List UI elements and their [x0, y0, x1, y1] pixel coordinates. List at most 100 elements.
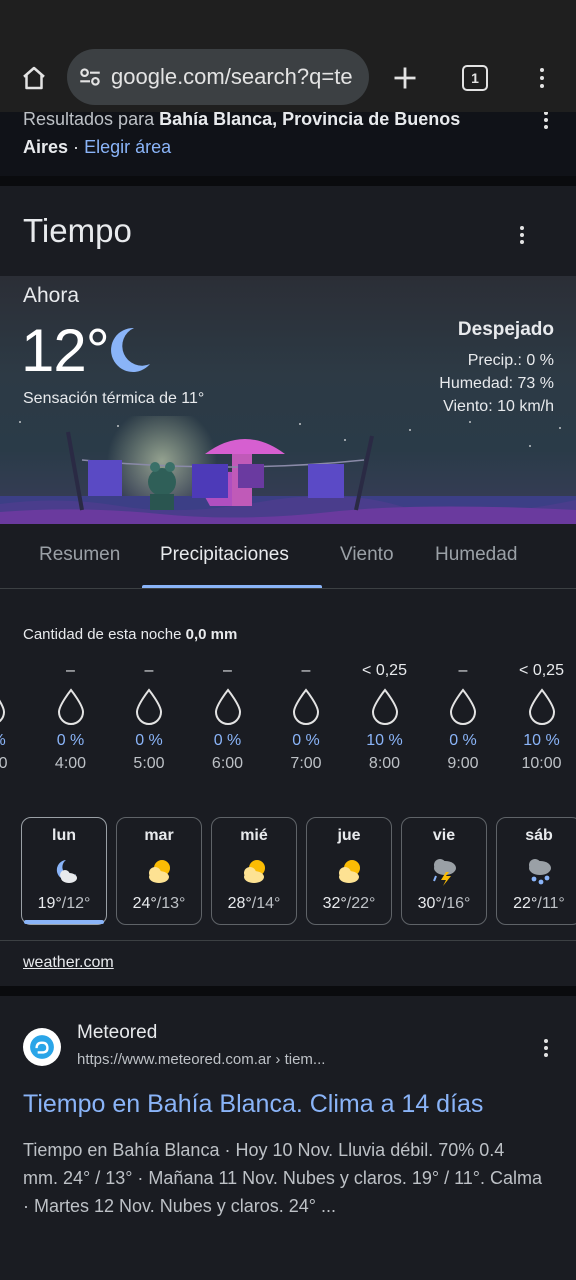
hourly-amount: < 0,25	[362, 662, 407, 679]
url-text: google.com/search?q=te	[111, 64, 353, 89]
hourly-amount: –	[301, 662, 311, 679]
day-high: 22°	[513, 895, 538, 912]
weather-tabs: Resumen Precipitaciones Viento Humedad	[0, 524, 576, 589]
day-name: jue	[337, 827, 361, 844]
day-card-sáb[interactable]: sáb 22°/11°	[496, 817, 576, 925]
raindrop-icon	[0, 699, 6, 723]
hourly-precip-chance: 0 %	[449, 732, 477, 749]
day-high: 24°	[132, 895, 157, 912]
day-low: 11°	[541, 895, 565, 912]
result-url[interactable]: https://www.meteored.com.ar › tiem...	[77, 1051, 325, 1068]
results-location: Bahía Blanca, Provincia de Buenos	[159, 112, 461, 129]
home-button[interactable]	[14, 58, 54, 98]
browser-toolbar: google.com/search?q=te 1	[0, 44, 576, 112]
source-link[interactable]: weather.com	[23, 954, 114, 972]
site-settings-icon[interactable]	[77, 64, 103, 90]
hourly-precip-chance: 0 %	[0, 732, 27, 750]
hourly-precip-chance: 10 %	[523, 732, 560, 749]
day-card-lun[interactable]: lun 19°/12°	[21, 817, 107, 925]
change-area-link[interactable]: Elegir área	[84, 137, 171, 157]
active-tab-indicator	[142, 585, 322, 588]
hourly-precip[interactable]: 0 % 3:00 – 0 % 4:00 – 0 % 5:00 – 0 % 6:00 – 0 % 7:00 <…	[0, 662, 576, 782]
raindrop-icon	[449, 688, 477, 725]
day-name: mar	[144, 827, 174, 844]
result-more-icon[interactable]	[534, 1036, 558, 1060]
hourly-time: 4:00	[54, 755, 87, 772]
current-temp: 12°	[21, 317, 110, 384]
day-card-mié[interactable]: mié 28°/14°	[211, 817, 297, 925]
meteored-logo-icon	[30, 1035, 54, 1059]
hourly-amount: < 0,25	[519, 662, 564, 679]
address-bar[interactable]: google.com/search?q=te	[67, 49, 369, 105]
day-name: mié	[240, 827, 268, 844]
raindrop-icon	[135, 688, 163, 725]
results-location-cont: Aires	[23, 137, 69, 157]
hourly-time: 8:00	[368, 755, 401, 772]
amount-label: Cantidad de esta noche	[23, 626, 182, 643]
day-low: 22°	[351, 895, 376, 912]
wind-stat: Viento: 10 km/h	[443, 398, 554, 415]
hourly-time: 9:00	[447, 755, 479, 772]
night-scene-illustration	[0, 416, 576, 524]
moon-icon	[111, 327, 150, 372]
divider	[0, 940, 576, 941]
day-temps: 22°/11°	[497, 895, 576, 913]
now-label: Ahora	[23, 284, 80, 307]
raindrop-icon	[528, 688, 555, 725]
results-prefix: Resultados para	[23, 112, 155, 129]
tab-precipitaciones[interactable]: Precipitaciones	[160, 544, 289, 566]
hourly-amount: –	[66, 662, 75, 679]
weather-more-icon[interactable]	[510, 223, 534, 247]
hourly-time: 3:00	[0, 755, 8, 772]
day-high: 30°	[417, 895, 442, 912]
search-results-page: Resultados para Bahía Blanca, Provincia …	[0, 112, 576, 1280]
day-low: 12°	[66, 895, 91, 912]
weather-card: Tiempo Ahora 12° Sensación térmica de 11…	[0, 186, 576, 986]
hourly-precip-chance: 0 %	[213, 732, 242, 749]
tab-switcher-button[interactable]: 1	[455, 58, 495, 98]
hourly-time: 6:00	[211, 755, 244, 772]
hourly-amount: –	[144, 662, 154, 679]
day-low: 14°	[256, 895, 281, 912]
hourly-precip-chance: 0 %	[56, 732, 85, 749]
day-name: vie	[432, 827, 456, 844]
result-title[interactable]: Tiempo en Bahía Blanca. Clima a 14 días	[23, 1090, 483, 1119]
result-snippet: Tiempo en Bahía Blanca · Hoy 10 Nov. Llu…	[23, 1140, 543, 1216]
humidity-stat: Humedad: 73 %	[439, 375, 554, 392]
more-vert-icon	[530, 66, 554, 90]
raindrop-icon	[214, 688, 241, 725]
day-card-vie[interactable]: vie 30°/16°	[401, 817, 487, 925]
location-note: Resultados para Bahía Blanca, Provincia …	[0, 112, 576, 176]
raindrop-icon	[292, 688, 320, 725]
thunderstorm-icon	[433, 859, 456, 886]
tab-viento[interactable]: Viento	[340, 544, 394, 566]
day-high: 32°	[322, 895, 347, 912]
search-result: Meteored https://www.meteored.com.ar › t…	[0, 996, 576, 1280]
day-temps: 30°/16°	[402, 895, 486, 913]
browser-menu-button[interactable]	[522, 58, 562, 98]
partly-cloudy-icon	[339, 860, 360, 883]
rain-showers-icon	[529, 859, 551, 885]
new-tab-button[interactable]	[385, 58, 425, 98]
day-name: lun	[52, 827, 76, 844]
divider	[0, 176, 576, 186]
precip-stat: Precip.: 0 %	[467, 352, 554, 369]
result-site-name[interactable]: Meteored	[77, 1022, 157, 1044]
daily-forecast[interactable]: lun 19°/12° mar 24°/13° mié 28°/14° jue 32°/22°…	[0, 814, 576, 926]
day-card-mar[interactable]: mar 24°/13°	[116, 817, 202, 925]
hourly-precip-chance: 10 %	[366, 732, 403, 749]
location-more-icon[interactable]	[534, 112, 558, 132]
tab-humedad[interactable]: Humedad	[435, 544, 517, 566]
raindrop-icon	[57, 688, 84, 725]
day-card-jue[interactable]: jue 32°/22°	[306, 817, 392, 925]
hourly-time: 10:00	[521, 755, 562, 772]
tab-resumen[interactable]: Resumen	[39, 544, 120, 566]
tonight-amount: Cantidad de esta noche 0,0 mm	[23, 626, 237, 643]
hourly-time: 5:00	[133, 755, 165, 772]
day-temps: 24°/13°	[117, 895, 201, 913]
hourly-amount: –	[223, 662, 232, 679]
weather-title: Tiempo	[23, 212, 132, 249]
site-favicon[interactable]	[23, 1028, 61, 1066]
divider	[0, 986, 576, 996]
hourly-time: 7:00	[290, 755, 322, 772]
